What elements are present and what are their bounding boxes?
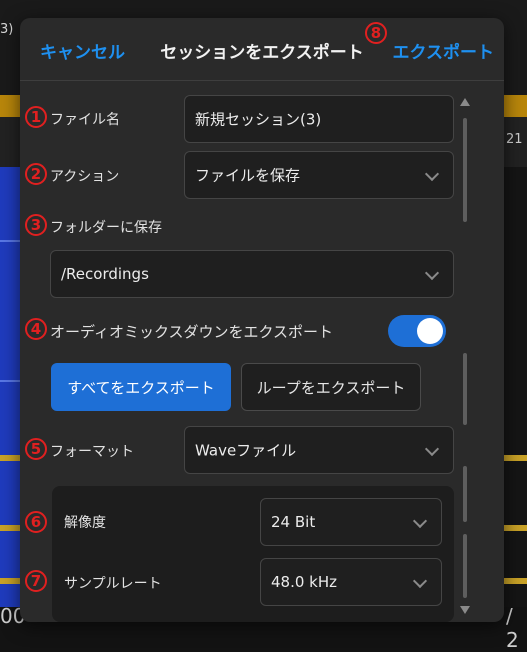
background-corner-text: 3) (0, 22, 14, 37)
mixdown-toggle[interactable] (388, 315, 446, 347)
filename-value: 新規セッション(3) (195, 110, 322, 129)
chevron-down-icon (424, 166, 440, 182)
background-track-divider (0, 455, 20, 461)
background-track-divider (0, 578, 20, 584)
background-track-divider (0, 525, 20, 531)
action-value: ファイルを保存 (195, 166, 301, 185)
background-bottom-right-text: / 2 (506, 604, 519, 652)
save-folder-select[interactable]: /Recordings (50, 250, 454, 298)
annotation-badge-7: 7 (25, 570, 47, 592)
chevron-down-icon (424, 265, 440, 281)
scroll-down-arrow-icon[interactable] (460, 606, 470, 614)
annotation-badge-4: 4 (25, 318, 47, 340)
export-all-button[interactable]: すべてをエクスポート (51, 363, 231, 411)
scrollbar-thumb[interactable] (463, 466, 467, 522)
resolution-label: 解像度 (64, 515, 106, 531)
filename-input[interactable]: 新規セッション(3) (184, 95, 454, 143)
annotation-badge-1: 1 (25, 106, 47, 128)
action-select[interactable]: ファイルを保存 (184, 151, 454, 199)
action-label: アクション (50, 169, 120, 185)
resolution-value: 24 Bit (271, 513, 316, 531)
annotation-badge-6: 6 (25, 511, 47, 533)
chevron-down-icon (412, 513, 428, 529)
filename-label: ファイル名 (50, 112, 120, 128)
export-session-dialog: セッションをエクスポート キャンセル エクスポート ファイル名 新規セッション(… (20, 18, 504, 622)
toggle-knob (417, 318, 443, 344)
export-button[interactable]: エクスポート (393, 38, 495, 63)
scrollbar-thumb[interactable] (463, 353, 467, 425)
sample-rate-label: サンプルレート (64, 576, 162, 592)
format-select[interactable]: Waveファイル (184, 426, 454, 474)
scrollbar-thumb[interactable] (463, 534, 467, 598)
dialog-header: セッションをエクスポート キャンセル エクスポート (20, 18, 504, 81)
background-track-divider (504, 578, 527, 584)
export-loop-button[interactable]: ループをエクスポート (241, 363, 421, 411)
cancel-button[interactable]: キャンセル (40, 38, 125, 63)
scroll-up-arrow-icon[interactable] (460, 98, 470, 106)
background-waveform (0, 167, 20, 607)
format-value: Waveファイル (195, 441, 297, 460)
chevron-down-icon (412, 573, 428, 589)
annotation-badge-8: 8 (365, 22, 387, 44)
waveform-peak (0, 380, 20, 382)
background-track-strip (503, 167, 527, 607)
chevron-down-icon (424, 441, 440, 457)
background-track-divider (504, 455, 527, 461)
mixdown-label: オーディオミックスダウンをエクスポート (50, 323, 334, 341)
annotation-badge-3: 3 (25, 214, 47, 236)
annotation-badge-2: 2 (25, 163, 47, 185)
waveform-peak (0, 240, 20, 242)
resolution-select[interactable]: 24 Bit (260, 498, 442, 546)
background-ruler-label: 21 (506, 132, 523, 147)
sample-rate-value: 48.0 kHz (271, 573, 338, 591)
scrollbar-thumb[interactable] (463, 118, 467, 222)
save-folder-label: フォルダーに保存 (50, 220, 162, 236)
background-track-divider (504, 525, 527, 531)
sample-rate-select[interactable]: 48.0 kHz (260, 558, 442, 606)
format-label: フォーマット (50, 444, 134, 460)
save-folder-value: /Recordings (61, 265, 149, 283)
annotation-badge-5: 5 (25, 438, 47, 460)
